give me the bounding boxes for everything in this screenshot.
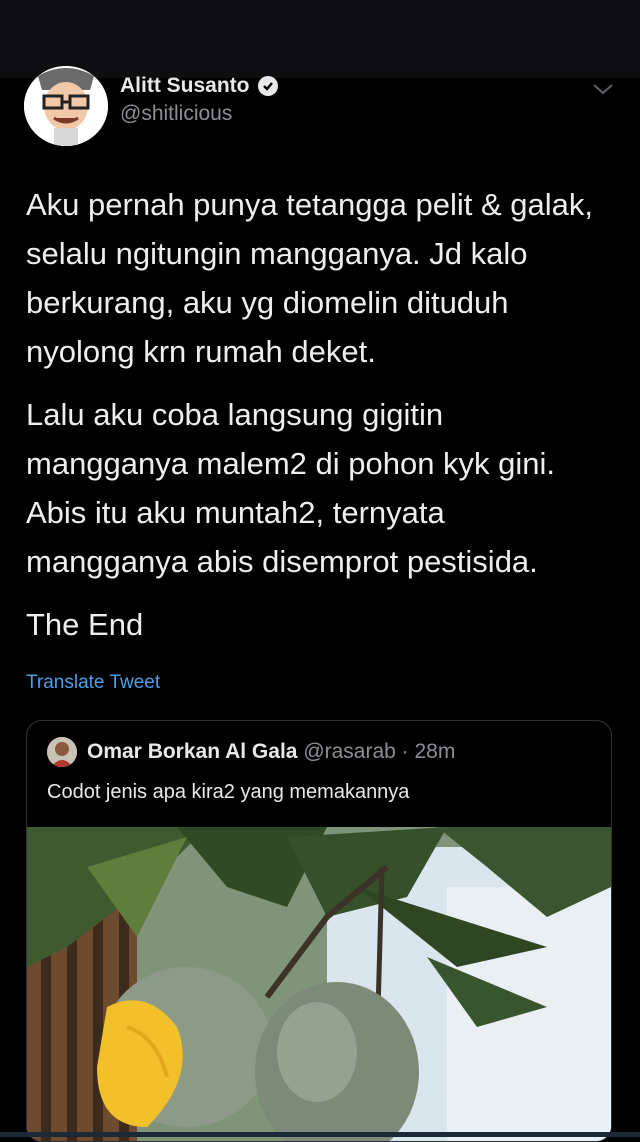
translate-tweet-link[interactable]: Translate Tweet — [26, 672, 160, 694]
tweet-paragraph: The End — [26, 607, 144, 642]
tweet-text: Aku pernah punya tetangga pelit & galak,… — [26, 180, 618, 663]
chevron-down-icon[interactable] — [592, 82, 614, 96]
author-name[interactable]: Alitt Susanto — [120, 74, 278, 98]
avatar-person-icon — [47, 737, 77, 767]
verified-badge-icon — [257, 76, 278, 96]
tweet-paragraph: Aku pernah punya tetangga pelit & galak,… — [26, 187, 594, 369]
bottom-divider — [0, 1132, 640, 1137]
quoted-tweet-image[interactable] — [27, 827, 611, 1141]
quoted-author-avatar[interactable] — [47, 737, 77, 767]
avatar-cartoon-icon — [24, 66, 108, 146]
status-bar — [0, 0, 640, 78]
quoted-tweet-card[interactable]: Omar Borkan Al Gala @rasarab · 28m Codot… — [26, 720, 612, 1142]
quoted-author-meta: @rasarab · 28m — [303, 740, 456, 763]
author-avatar[interactable] — [24, 66, 108, 146]
quoted-tweet-text: Codot jenis apa kira2 yang memakannya — [47, 781, 410, 803]
quoted-author-name[interactable]: Omar Borkan Al Gala — [87, 740, 297, 763]
author-name-label: Alitt Susanto — [120, 74, 250, 97]
mango-tree-photo — [27, 827, 611, 1141]
quoted-tweet-header: Omar Borkan Al Gala @rasarab · 28m — [87, 740, 455, 764]
author-handle[interactable]: @shitlicious — [120, 102, 232, 126]
tweet-paragraph: Lalu aku coba langsung gigitin mangganya… — [26, 397, 556, 579]
